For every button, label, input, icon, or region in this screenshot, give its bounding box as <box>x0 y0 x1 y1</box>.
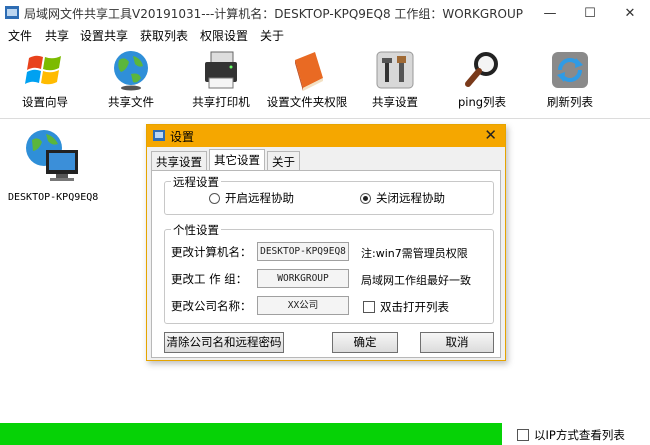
window-title: 局域网文件共享工具V20191031---计算机名：DESKTOP-KPQ9EQ… <box>24 7 524 21</box>
menu-share-settings[interactable]: 设置共享 <box>80 27 128 44</box>
disable-remote-radio-circle[interactable] <box>360 192 371 204</box>
refresh-list-button[interactable]: 刷新列表 <box>535 46 605 116</box>
share-settings-button[interactable]: 共享设置 <box>360 46 430 116</box>
enable-remote-radio-circle[interactable] <box>209 192 220 204</box>
tab-other-settings[interactable]: 其它设置 <box>209 149 265 170</box>
toolbar: 设置向导 共享文件 共享打印机 设置文件夹权限 共享设置 ping列表 刷新列表 <box>0 46 650 118</box>
menu-get-list[interactable]: 获取列表 <box>140 27 188 44</box>
wizard-button[interactable]: 设置向导 <box>10 46 80 116</box>
computer-name-label[interactable]: DESKTOP-KPQ9EQ8 <box>8 192 98 203</box>
personal-settings-group: 个性设置 更改计算机名： DESKTOP-KPQ9EQ8 注:win7需管理员权… <box>164 222 494 324</box>
tools-icon <box>376 51 414 89</box>
dialog-close-button[interactable]: ✕ <box>484 126 497 144</box>
progress-bar <box>0 423 502 445</box>
computer-name-field-label: 更改计算机名： <box>171 245 252 259</box>
company-input[interactable]: XX公司 <box>257 296 349 315</box>
enable-remote-label: 开启远程协助 <box>225 191 294 205</box>
clear-company-password-button[interactable]: 清除公司名和远程密码 <box>164 332 284 353</box>
refresh-icon <box>552 52 588 88</box>
share-files-label: 共享文件 <box>108 95 154 109</box>
windows-logo-icon <box>25 55 61 85</box>
globe-icon <box>114 51 148 91</box>
network-computer-icon[interactable] <box>22 126 82 184</box>
folder-permissions-button[interactable]: 设置文件夹权限 <box>266 46 348 116</box>
other-settings-panel: 远程设置 开启远程协助 关闭远程协助 个性设置 更改计算机名： DESKTOP-… <box>151 170 501 358</box>
disable-remote-radio[interactable]: 关闭远程协助 <box>360 190 445 206</box>
workgroup-note: 局域网工作组最好一致 <box>361 274 471 287</box>
enable-remote-radio[interactable]: 开启远程协助 <box>209 190 294 206</box>
menu-bar: 文件 共享 设置共享 获取列表 权限设置 关于 <box>0 26 650 44</box>
ok-button[interactable]: 确定 <box>332 332 398 353</box>
ip-view-checkbox[interactable]: 以IP方式查看列表 <box>517 427 625 443</box>
double-click-open-list-label: 双击打开列表 <box>380 300 449 314</box>
share-printer-button[interactable]: 共享打印机 <box>186 46 256 116</box>
book-icon <box>295 52 323 91</box>
app-icon <box>5 6 19 19</box>
menu-share[interactable]: 共享 <box>45 27 69 44</box>
menu-permissions[interactable]: 权限设置 <box>200 27 248 44</box>
magnifier-icon <box>465 52 498 87</box>
printer-icon <box>205 51 237 89</box>
share-printer-label: 共享打印机 <box>192 95 250 109</box>
minimize-button[interactable]: — <box>530 0 570 26</box>
double-click-open-list-checkbox[interactable]: 双击打开列表 <box>363 299 449 315</box>
share-files-button[interactable]: 共享文件 <box>96 46 166 116</box>
wizard-label: 设置向导 <box>22 95 68 109</box>
tab-about[interactable]: 关于 <box>267 151 300 170</box>
maximize-button[interactable]: ☐ <box>570 0 610 26</box>
remote-settings-group: 远程设置 开启远程协助 关闭远程协助 <box>164 174 494 215</box>
double-click-open-list-box[interactable] <box>363 301 375 313</box>
dialog-title-bar[interactable]: 设置 ✕ <box>147 125 505 147</box>
menu-about[interactable]: 关于 <box>260 27 284 44</box>
ping-list-button[interactable]: ping列表 <box>447 46 517 116</box>
ip-view-label: 以IP方式查看列表 <box>534 428 625 442</box>
personal-group-title: 个性设置 <box>171 222 221 238</box>
share-settings-label: 共享设置 <box>372 95 418 109</box>
workgroup-input[interactable]: WORKGROUP <box>257 269 349 288</box>
settings-dialog: 设置 ✕ 共享设置 其它设置 关于 远程设置 开启远程协助 关闭远程协助 个性设… <box>146 124 506 361</box>
ip-view-box[interactable] <box>517 429 529 441</box>
workgroup-field-label: 更改工 作 组： <box>171 272 248 286</box>
cancel-button[interactable]: 取消 <box>420 332 494 353</box>
company-field-label: 更改公司名称： <box>171 299 252 313</box>
ping-list-label: ping列表 <box>457 95 507 109</box>
remote-group-title: 远程设置 <box>171 174 221 190</box>
close-button[interactable]: ✕ <box>610 0 650 26</box>
folder-permissions-label: 设置文件夹权限 <box>266 95 348 109</box>
computer-name-note: 注:win7需管理员权限 <box>361 247 468 260</box>
menu-file[interactable]: 文件 <box>8 27 32 44</box>
tab-share-settings[interactable]: 共享设置 <box>151 151 207 170</box>
refresh-list-label: 刷新列表 <box>547 95 593 109</box>
dialog-app-icon <box>153 130 165 141</box>
title-bar: 局域网文件共享工具V20191031---计算机名：DESKTOP-KPQ9EQ… <box>0 0 650 26</box>
dialog-title: 设置 <box>170 130 195 144</box>
computer-name-input[interactable]: DESKTOP-KPQ9EQ8 <box>257 242 349 261</box>
disable-remote-label: 关闭远程协助 <box>376 191 445 205</box>
